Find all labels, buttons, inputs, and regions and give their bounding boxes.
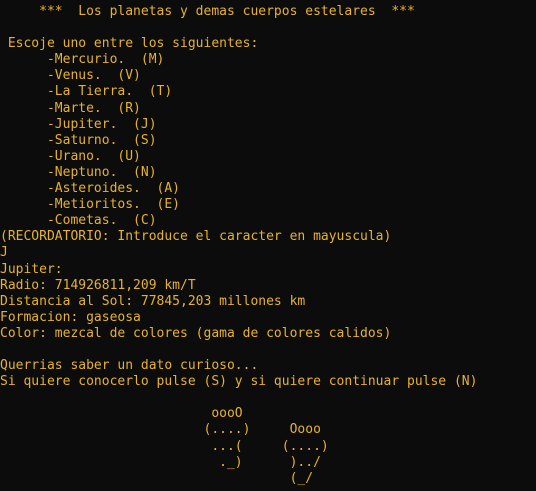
menu-option-metioritos: -Metioritos. (E) (0, 197, 181, 213)
menu-option-jupiter: -Jupiter. (J) (0, 116, 157, 132)
ascii-art-line: ._) )../ (0, 454, 321, 470)
ascii-art-line: ...( (....) (0, 438, 329, 454)
program-title-line: *** Los planetas y demas cuerpos estelar… (0, 4, 415, 19)
result-radio-line: Radio: 714926811,209 km/T (0, 277, 196, 293)
menu-option-mercurio: -Mercurio. (M) (0, 52, 165, 68)
curiosity-question-line: Querrias saber un dato curioso... (0, 358, 259, 374)
menu-option-cometas: -Cometas. (C) (0, 213, 157, 229)
menu-option-asteroides: -Asteroides. (A) (0, 181, 181, 197)
result-color-line: Color: mezcal de colores (gama de colore… (0, 325, 392, 341)
ascii-art-line: oooO (0, 406, 243, 422)
result-distancia-line: Distancia al Sol: 77845,203 millones km (0, 293, 306, 309)
ascii-art-line: (....) Oooo (0, 422, 321, 438)
curiosity-instructions-line: Si quiere conocerlo pulse (S) y si quier… (0, 374, 478, 390)
result-formacion-line: Formacion: gaseosa (0, 309, 141, 325)
menu-option-venus: -Venus. (V) (0, 68, 141, 84)
menu-option-la-tierra: -La Tierra. (T) (0, 84, 173, 100)
ascii-art-line: (_/ (0, 470, 314, 486)
result-heading-line: Jupiter: (0, 261, 63, 277)
console-window[interactable]: *** Los planetas y demas cuerpos estelar… (0, 0, 536, 491)
menu-option-marte: -Marte. (R) (0, 100, 141, 116)
menu-option-neptuno: -Neptuno. (N) (0, 164, 157, 180)
reminder-line: (RECORDATORIO: Introduce el caracter en … (0, 229, 392, 245)
menu-prompt-line: Escoje uno entre los siguientes: (0, 36, 259, 52)
menu-option-saturno: -Saturno. (S) (0, 132, 157, 148)
menu-option-urano: -Urano. (U) (0, 148, 141, 164)
user-input-line: J (0, 245, 8, 261)
